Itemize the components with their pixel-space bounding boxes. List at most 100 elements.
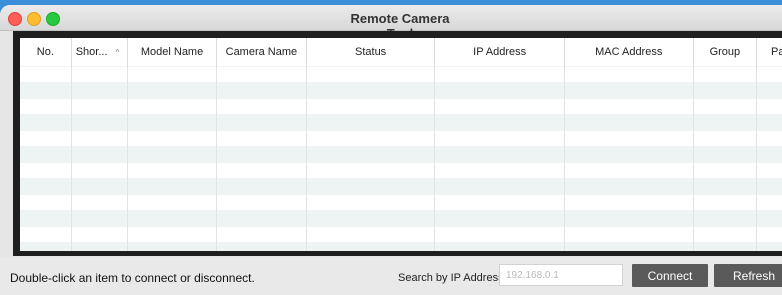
table-cell-status bbox=[306, 194, 436, 211]
column-header-no[interactable]: No. bbox=[20, 38, 72, 67]
ip-address-search-input[interactable] bbox=[499, 264, 623, 286]
column-header-model[interactable]: Model Name bbox=[127, 38, 217, 67]
table-row[interactable] bbox=[20, 146, 782, 163]
table-cell-status bbox=[306, 178, 436, 195]
table-cell-short bbox=[71, 146, 129, 163]
column-header-label: No. bbox=[36, 46, 54, 58]
table-cell-model bbox=[127, 162, 217, 179]
column-header-pairing[interactable]: Pairing bbox=[756, 38, 782, 67]
table-cell-no bbox=[20, 162, 72, 179]
table-cell-ip bbox=[434, 226, 565, 243]
table-row[interactable] bbox=[20, 226, 782, 243]
camera-table-viewport[interactable]: No. Shor... ^ Model Name Camera Name Status IP… bbox=[20, 38, 782, 251]
table-cell-pairing bbox=[756, 194, 782, 211]
minimize-window-button[interactable] bbox=[27, 12, 41, 26]
table-cell-status bbox=[306, 98, 436, 115]
close-window-button[interactable] bbox=[8, 12, 22, 26]
table-cell-ip bbox=[434, 210, 565, 227]
table-cell-camera bbox=[216, 146, 307, 163]
table-cell-group bbox=[693, 162, 758, 179]
table-cell-status bbox=[306, 226, 436, 243]
table-cell-camera bbox=[216, 98, 307, 115]
table-row[interactable] bbox=[20, 162, 782, 179]
table-cell-camera bbox=[216, 242, 307, 251]
table-cell-status bbox=[306, 146, 436, 163]
zoom-window-button[interactable] bbox=[46, 12, 60, 26]
table-cell-mac bbox=[564, 66, 694, 83]
app-window: Remote Camera Tool No. Shor... ^ Model Name… bbox=[0, 5, 782, 295]
camera-table-frame: No. Shor... ^ Model Name Camera Name Status IP… bbox=[13, 31, 782, 256]
usage-hint: Double-click an item to connect or disco… bbox=[10, 271, 255, 285]
table-cell-mac bbox=[564, 178, 694, 195]
table-cell-ip bbox=[434, 146, 565, 163]
table-row[interactable] bbox=[20, 178, 782, 195]
table-cell-no bbox=[20, 210, 72, 227]
column-header-label: Pairing bbox=[771, 46, 782, 58]
refresh-button[interactable]: Refresh bbox=[714, 264, 782, 287]
table-cell-camera bbox=[216, 82, 307, 99]
column-header-label: MAC Address bbox=[595, 46, 663, 58]
table-row[interactable] bbox=[20, 194, 782, 211]
table-cell-model bbox=[127, 114, 217, 131]
table-cell-pairing bbox=[756, 66, 782, 83]
table-row[interactable] bbox=[20, 130, 782, 147]
table-row[interactable] bbox=[20, 66, 782, 83]
table-cell-ip bbox=[434, 98, 565, 115]
table-row[interactable] bbox=[20, 114, 782, 131]
table-cell-no bbox=[20, 130, 72, 147]
table-row[interactable] bbox=[20, 242, 782, 251]
table-cell-pairing bbox=[756, 82, 782, 99]
column-header-group[interactable]: Group bbox=[693, 38, 758, 67]
column-header-ip[interactable]: IP Address bbox=[434, 38, 565, 67]
table-cell-group bbox=[693, 66, 758, 83]
table-cell-model bbox=[127, 66, 217, 83]
table-cell-group bbox=[693, 226, 758, 243]
status-bar: Double-click an item to connect or disco… bbox=[0, 257, 782, 295]
table-cell-camera bbox=[216, 130, 307, 147]
table-cell-short bbox=[71, 130, 129, 147]
table-cell-short bbox=[71, 114, 129, 131]
column-header-label: Camera Name bbox=[225, 46, 298, 58]
table-cell-pairing bbox=[756, 114, 782, 131]
table-cell-status bbox=[306, 162, 436, 179]
table-cell-no bbox=[20, 226, 72, 243]
column-header-label: Shor... bbox=[75, 46, 108, 58]
table-cell-pairing bbox=[756, 178, 782, 195]
table-cell-camera bbox=[216, 114, 307, 131]
column-header-label: Group bbox=[709, 46, 741, 58]
column-header-label: Status bbox=[355, 46, 387, 58]
table-cell-status bbox=[306, 82, 436, 99]
table-cell-pairing bbox=[756, 146, 782, 163]
table-cell-group bbox=[693, 178, 758, 195]
table-cell-model bbox=[127, 130, 217, 147]
table-cell-short bbox=[71, 66, 129, 83]
table-cell-short bbox=[71, 210, 129, 227]
table-cell-group bbox=[693, 242, 758, 251]
table-cell-no bbox=[20, 66, 72, 83]
table-cell-group bbox=[693, 114, 758, 131]
table-row[interactable] bbox=[20, 98, 782, 115]
column-header-status[interactable]: Status bbox=[306, 38, 436, 67]
table-cell-pairing bbox=[756, 162, 782, 179]
table-row[interactable] bbox=[20, 82, 782, 99]
column-header-mac[interactable]: MAC Address bbox=[564, 38, 694, 67]
table-cell-group bbox=[693, 82, 758, 99]
table-cell-mac bbox=[564, 242, 694, 251]
table-cell-pairing bbox=[756, 98, 782, 115]
table-cell-status bbox=[306, 66, 436, 83]
table-cell-group bbox=[693, 98, 758, 115]
table-cell-ip bbox=[434, 66, 565, 83]
table-row[interactable] bbox=[20, 210, 782, 227]
table-cell-short bbox=[71, 82, 129, 99]
connect-button[interactable]: Connect bbox=[632, 264, 708, 287]
table-cell-mac bbox=[564, 82, 694, 99]
table-cell-no bbox=[20, 242, 72, 251]
table-cell-short bbox=[71, 98, 129, 115]
search-ip-label: Search by IP Address bbox=[398, 272, 504, 284]
table-cell-group bbox=[693, 146, 758, 163]
column-header-camera[interactable]: Camera Name bbox=[216, 38, 307, 67]
camera-table: No. Shor... ^ Model Name Camera Name Status IP… bbox=[20, 38, 782, 251]
column-header-short[interactable]: Shor... ^ bbox=[71, 38, 129, 67]
title-bar[interactable]: Remote Camera Tool bbox=[0, 5, 782, 41]
table-cell-camera bbox=[216, 226, 307, 243]
